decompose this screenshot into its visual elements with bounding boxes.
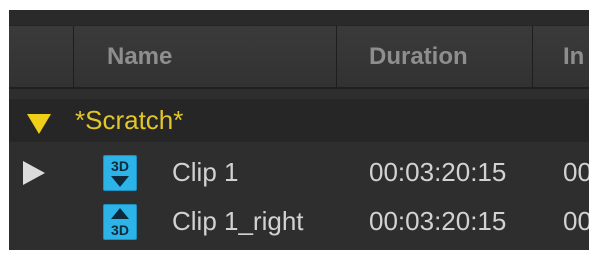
clip-in: 00 xyxy=(563,206,589,236)
clip-duration: 00:03:20:15 xyxy=(369,157,507,187)
clip-duration: 00:03:20:15 xyxy=(369,206,507,236)
3d-left-eye-icon: 3D xyxy=(103,155,137,191)
column-header-duration[interactable]: Duration xyxy=(369,26,468,88)
expand-triangle-icon[interactable] xyxy=(27,114,51,134)
bin-group-row[interactable]: *Scratch* xyxy=(9,99,589,142)
clip-row[interactable]: 3D Clip 1_right 00:03:20:15 00 xyxy=(9,200,589,243)
clip-name: Clip 1_right xyxy=(172,206,304,236)
column-separator[interactable] xyxy=(73,26,74,88)
column-header-name[interactable]: Name xyxy=(107,26,172,88)
bin-group-name: *Scratch* xyxy=(75,105,184,135)
column-header-row: Name Duration In xyxy=(9,25,589,89)
column-separator[interactable] xyxy=(336,26,337,88)
play-indicator-icon xyxy=(23,161,45,185)
panel-top-strip xyxy=(9,10,589,25)
column-header-in[interactable]: In xyxy=(563,26,584,88)
3d-right-eye-icon: 3D xyxy=(103,204,137,240)
clip-name: Clip 1 xyxy=(172,157,239,187)
column-separator[interactable] xyxy=(532,26,533,88)
clip-row[interactable]: 3D Clip 1 00:03:20:15 00 xyxy=(9,151,589,194)
icon-3d-text: 3D xyxy=(111,158,129,174)
icon-3d-text: 3D xyxy=(111,222,129,238)
clip-in: 00 xyxy=(563,157,589,187)
clip-browser-panel: Name Duration In *Scratch* 3D Clip 1 00:… xyxy=(9,10,589,250)
